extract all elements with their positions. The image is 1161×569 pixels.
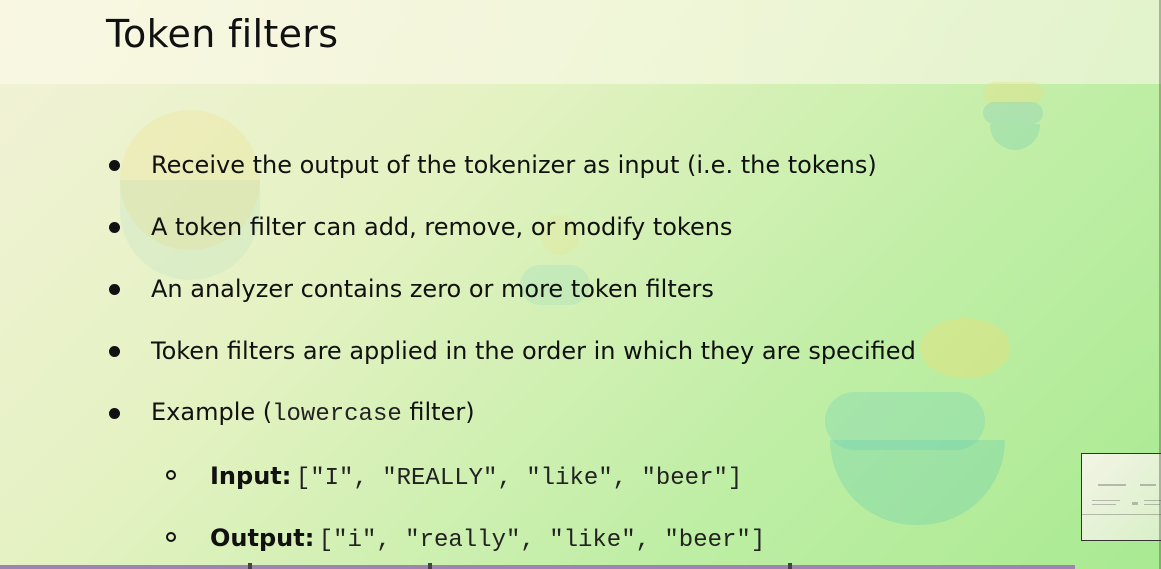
bullet-icon [109, 221, 120, 233]
bullet-icon [109, 159, 120, 171]
sub-bullet-label: Output: [210, 524, 315, 552]
progress-bar[interactable] [0, 565, 1075, 569]
bullet-text: An analyzer contains zero or more token … [151, 275, 714, 303]
bullet-text-suffix: filter) [401, 398, 475, 426]
sub-bullet-value: ["i", "really", "like", "beer"] [318, 527, 766, 554]
sub-bullet-icon [166, 470, 176, 480]
bullet-icon [109, 407, 120, 419]
sub-bullet-value: ["I", "REALLY", "like", "beer"] [295, 465, 743, 492]
sub-bullet-icon [166, 532, 176, 542]
progress-marker [788, 563, 792, 569]
bullet-text: Receive the output of the tokenizer as i… [151, 151, 877, 179]
progress-marker [248, 563, 252, 569]
sub-bullet-text: Output: ["i", "really", "like", "beer"] [210, 521, 765, 559]
bullet-text: A token filter can add, remove, or modif… [151, 213, 733, 241]
bullet-icon [109, 283, 120, 295]
code-snippet: lowercase [272, 401, 402, 428]
bullet-list: Receive the output of the tokenizer as i… [0, 0, 1161, 569]
sub-bullet-label: Input: [210, 462, 292, 490]
bullet-text-prefix: Example ( [151, 398, 273, 426]
progress-marker [428, 563, 432, 569]
sub-bullet-text: Input: ["I", "REALLY", "like", "beer"] [210, 459, 742, 497]
slide-thumbnail[interactable] [1081, 453, 1161, 541]
bullet-text: Token filters are applied in the order i… [151, 337, 916, 365]
bullet-text: Example (lowercase filter) [151, 398, 475, 428]
bullet-icon [109, 345, 120, 357]
